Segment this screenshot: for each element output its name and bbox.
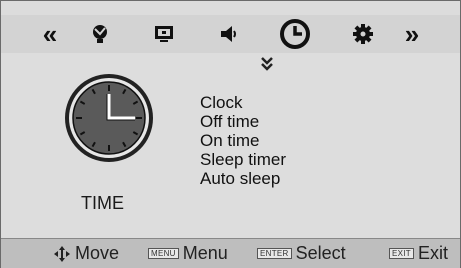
nav-prev-button[interactable]: « <box>35 15 65 53</box>
time-menu-list: Clock Off time On time Sleep timer Auto … <box>200 93 286 188</box>
tab-channel[interactable] <box>83 15 117 53</box>
menu-item-clock[interactable]: Clock <box>200 93 286 112</box>
tab-time[interactable] <box>275 15 315 53</box>
time-section-clock-icon <box>63 72 155 164</box>
hint-move: Move <box>53 243 119 264</box>
nav-next-button[interactable]: » <box>397 15 427 53</box>
menu-item-sleep-timer[interactable]: Sleep timer <box>200 150 286 169</box>
menu-item-on-time[interactable]: On time <box>200 131 286 150</box>
menu-content-panel: TIME Clock Off time On time Sleep timer … <box>1 53 460 238</box>
hint-exit-label: Exit <box>417 243 448 263</box>
tv-menu-window: « » TIME Clock Off time On time Sleep ti… <box>0 0 461 268</box>
exit-key-icon: EXIT <box>389 248 414 259</box>
hint-select: ENTER Select <box>257 243 346 264</box>
enter-key-icon: ENTER <box>257 248 292 259</box>
chevron-double-down-icon <box>261 57 273 71</box>
hint-exit: EXIT Exit <box>389 243 448 264</box>
hint-menu: MENU Menu <box>148 243 228 264</box>
hint-select-label: Select <box>295 243 346 263</box>
monitor-icon <box>155 26 173 42</box>
hint-move-label: Move <box>75 243 120 263</box>
tab-sound[interactable] <box>212 15 246 53</box>
menu-key-icon: MENU <box>148 248 179 259</box>
double-left-arrow-icon: « <box>42 19 58 49</box>
key-hint-bar: Move MENU Menu ENTER Select EXIT Exit <box>1 238 460 268</box>
directional-pad-icon <box>54 245 70 262</box>
clock-icon <box>280 19 310 49</box>
menu-item-off-time[interactable]: Off time <box>200 112 286 131</box>
menu-tab-bar: « » <box>1 15 460 54</box>
tab-picture[interactable] <box>147 15 181 53</box>
tab-setup[interactable] <box>346 15 380 53</box>
menu-item-auto-sleep[interactable]: Auto sleep <box>200 169 286 188</box>
gear-icon <box>353 24 373 44</box>
double-right-arrow-icon: » <box>404 19 420 49</box>
speaker-icon <box>221 26 236 42</box>
hint-menu-label: Menu <box>182 243 228 263</box>
section-title: TIME <box>81 193 124 213</box>
satellite-dish-icon <box>93 25 107 43</box>
